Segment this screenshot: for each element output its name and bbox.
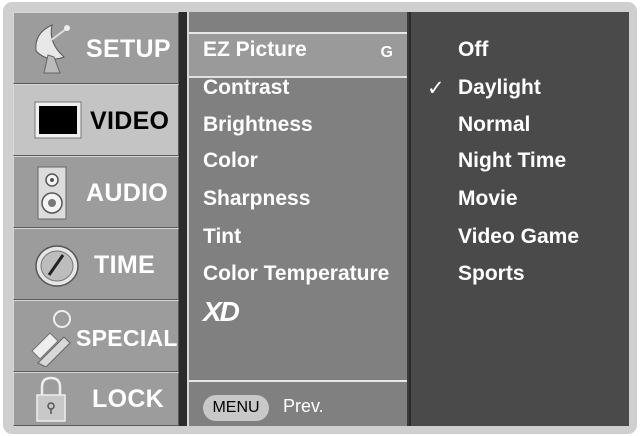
menu-prev-label: Prev. [283,396,324,416]
option-normal[interactable]: Normal [458,113,530,137]
menu-item-brightness[interactable]: Brightness [203,113,313,137]
nav-item-special[interactable]: SPECIAL [13,300,179,372]
menu-button[interactable]: MENU [203,395,269,421]
nav-label-audio: AUDIO [86,179,169,207]
menu-selected-hint: G [380,44,393,61]
key-icon [31,310,71,367]
nav-label-setup: SETUP [86,35,171,63]
menu-item-sharpness[interactable]: Sharpness [203,187,310,211]
option-movie[interactable]: Movie [458,187,518,211]
padlock-icon [36,376,66,422]
satellite-dish-icon [35,24,70,74]
option-sports[interactable]: Sports [458,262,525,286]
tv-screen-icon [34,101,82,139]
menu-item-color-temperature[interactable]: Color Temperature [203,262,389,286]
menu-item-color[interactable]: Color [203,149,258,173]
nav-item-video[interactable]: VIDEO [13,84,179,156]
menu-item-tint[interactable]: Tint [203,225,241,249]
nav-label-special: SPECIAL [76,325,178,351]
clock-icon [35,245,79,287]
option-daylight[interactable]: Daylight [458,76,541,100]
menu-bottom-divider [189,380,407,382]
speaker-icon [37,166,67,220]
menu-item-contrast[interactable]: Contrast [203,76,289,100]
nav-item-time[interactable]: TIME [13,228,179,300]
menu-item-xd-logo[interactable]: XD [203,296,240,328]
nav-item-setup[interactable]: SETUP [13,12,179,84]
checkmark-icon: ✓ [427,77,445,100]
video-menu: EZ Picture G Contrast Brightness Color S… [187,12,409,426]
nav-item-audio[interactable]: AUDIO [13,156,179,228]
nav-label-time: TIME [94,251,155,279]
ez-picture-options: Off ✓ Daylight Normal Night Time Movie V… [411,12,629,426]
menu-item-ez-picture[interactable]: EZ Picture [203,38,307,62]
category-nav: SETUP VIDEO AUDIO TIME SPECIAL LOCK [13,12,181,426]
nav-label-video: VIDEO [90,107,170,135]
option-night-time[interactable]: Night Time [458,149,566,173]
nav-label-lock: LOCK [92,385,165,413]
option-video-game[interactable]: Video Game [458,225,579,249]
option-off[interactable]: Off [458,38,488,62]
menu-top-divider [189,12,407,34]
nav-item-lock[interactable]: LOCK [13,372,179,426]
